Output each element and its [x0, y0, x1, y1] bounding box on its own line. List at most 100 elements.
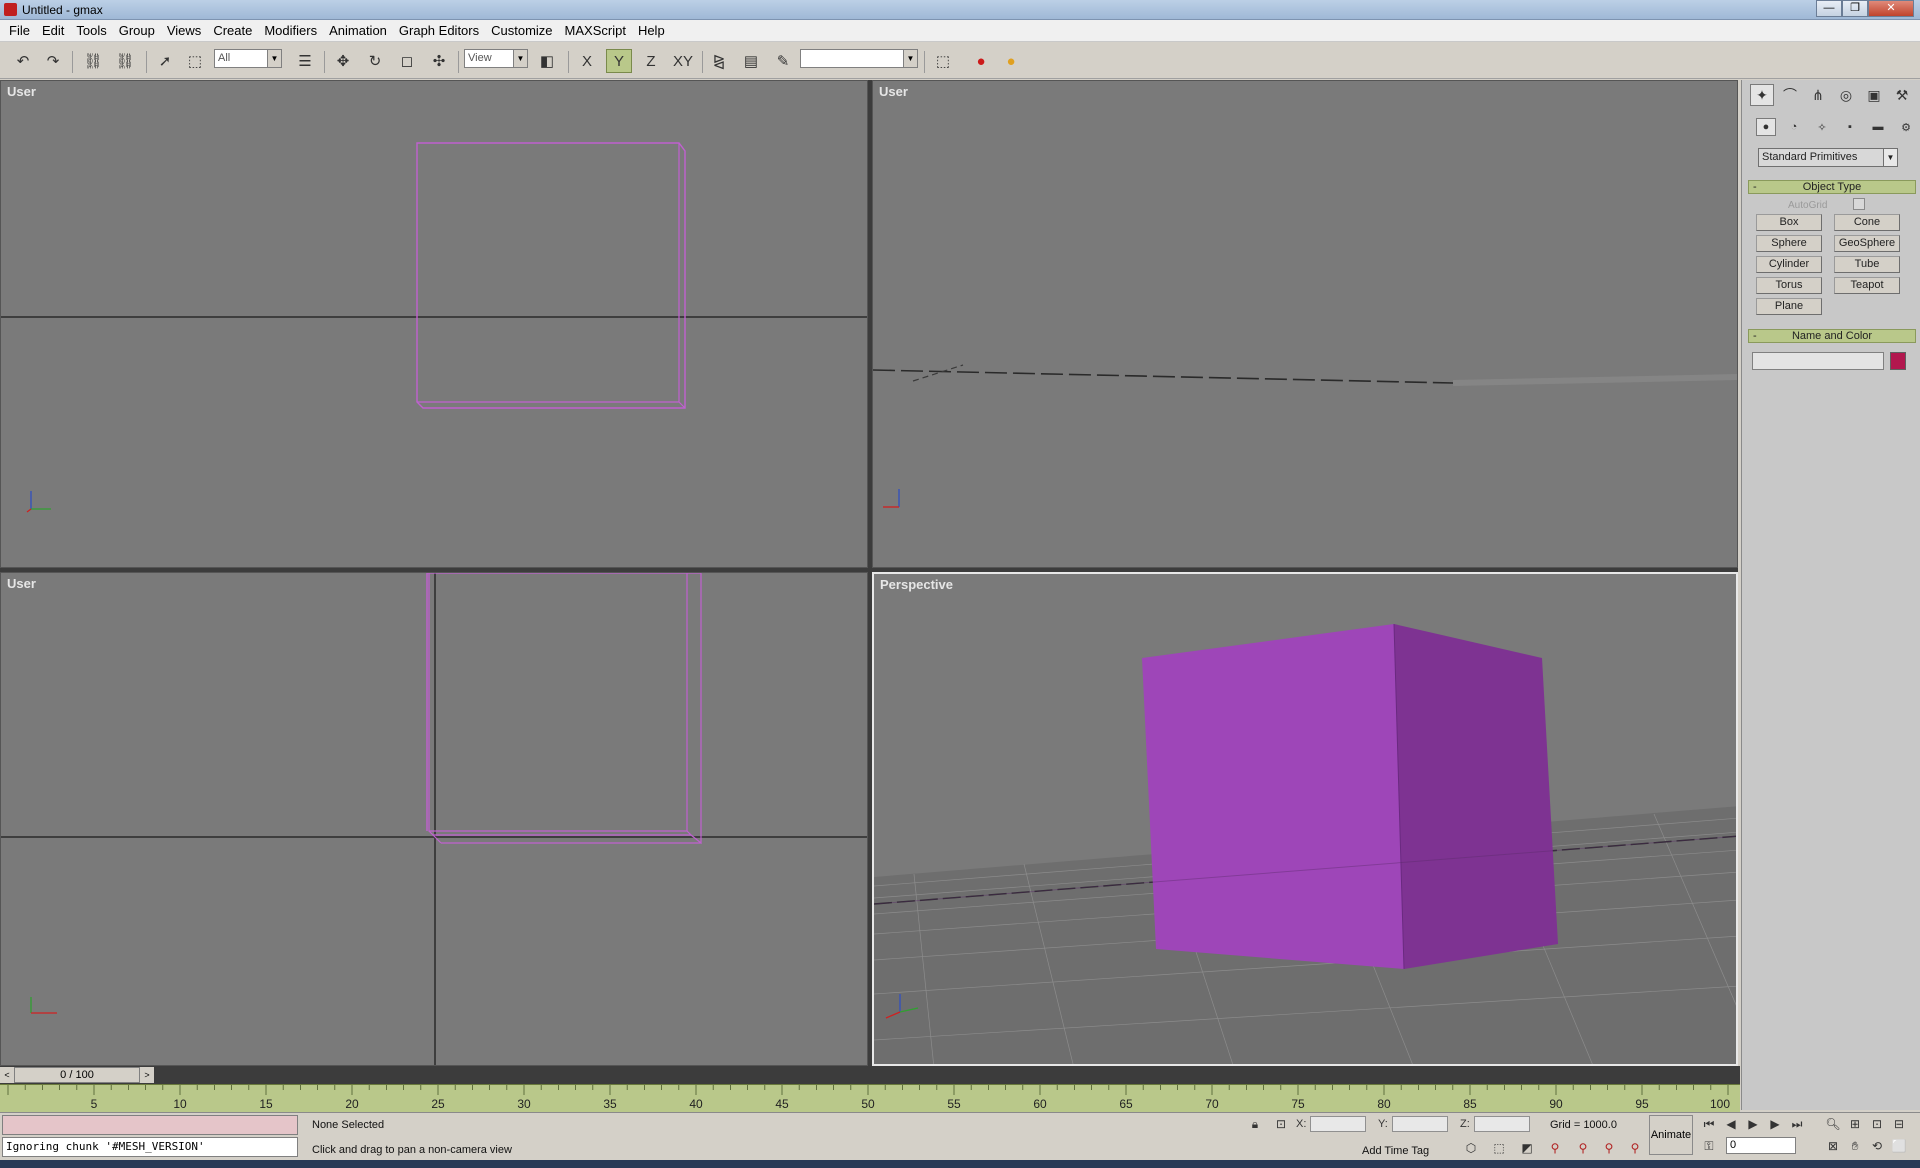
next-frame-icon[interactable]: ▶	[1766, 1115, 1784, 1133]
key-mode-icon[interactable]: ⚿	[1700, 1137, 1718, 1155]
viewport-label[interactable]: User	[879, 84, 908, 99]
name-and-color-rollout-header[interactable]: - Name and Color	[1748, 329, 1916, 343]
sphere-button[interactable]: Sphere	[1756, 235, 1822, 252]
menu-animation[interactable]: Animation	[323, 20, 393, 42]
motion-tab-icon[interactable]: ◎	[1834, 84, 1858, 106]
go-to-start-icon[interactable]: ⏮	[1700, 1115, 1718, 1133]
cameras-icon[interactable]: ▪	[1840, 118, 1860, 136]
arc-rotate-icon[interactable]: ⟲	[1868, 1137, 1886, 1155]
hierarchy-tab-icon[interactable]: ⋔	[1806, 84, 1830, 106]
select-by-name-icon[interactable]: ☰	[292, 49, 318, 73]
align-icon[interactable]: ▤	[738, 49, 764, 73]
shapes-icon[interactable]: ◔	[1784, 118, 1804, 136]
edit-named-selection-icon[interactable]: ⚲	[1626, 1139, 1644, 1157]
cylinder-button[interactable]: Cylinder	[1756, 256, 1822, 273]
select-and-link-icon[interactable]: ⛓	[80, 49, 106, 73]
selection-filter-dropdown[interactable]: All ▼	[214, 49, 282, 68]
selection-lock-icon[interactable]: 🔒︎	[1246, 1115, 1264, 1133]
named-selection-dropdown[interactable]: ▼	[800, 49, 918, 68]
maximize-viewport-icon[interactable]: ⬜	[1890, 1137, 1908, 1155]
cone-button[interactable]: Cone	[1834, 214, 1900, 231]
window-crossing-icon[interactable]: ⬚	[1490, 1139, 1508, 1157]
menu-group[interactable]: Group	[113, 20, 161, 42]
maxscript-listener-input[interactable]	[2, 1115, 298, 1135]
maxscript-listener-output[interactable]: Ignoring chunk '#MESH_VERSION'	[2, 1137, 298, 1157]
menu-customize[interactable]: Customize	[485, 20, 558, 42]
add-time-tag-button[interactable]: Add Time Tag	[1362, 1145, 1429, 1157]
restrict-x-button[interactable]: X	[574, 49, 600, 73]
menu-create[interactable]: Create	[207, 20, 258, 42]
zoom-all-icon[interactable]: ⊞	[1846, 1115, 1864, 1133]
object-type-rollout-header[interactable]: - Object Type	[1748, 180, 1916, 194]
autogrid-checkbox[interactable]	[1853, 198, 1865, 210]
select-and-scale-icon[interactable]: ◻	[394, 49, 420, 73]
x-coord-field[interactable]	[1310, 1116, 1366, 1132]
go-to-end-icon[interactable]: ⏭	[1788, 1115, 1806, 1133]
viewport-user-top-right[interactable]: User	[872, 80, 1738, 568]
paint-selection-icon[interactable]: ✎	[770, 49, 796, 73]
select-object-icon[interactable]: ➚	[152, 49, 178, 73]
z-coord-field[interactable]	[1474, 1116, 1530, 1132]
systems-icon[interactable]: ⚙	[1896, 118, 1916, 136]
menu-modifiers[interactable]: Modifiers	[258, 20, 323, 42]
animate-button[interactable]: Animate	[1649, 1115, 1693, 1155]
menu-maxscript[interactable]: MAXScript	[559, 20, 632, 42]
time-slider-thumb[interactable]: 0 / 100	[14, 1067, 140, 1083]
material-editor-icon[interactable]: ●	[968, 49, 994, 73]
play-icon[interactable]: ▶	[1744, 1115, 1762, 1133]
minimize-button[interactable]: —	[1816, 0, 1842, 17]
trackbar[interactable]: 5 10 15 20 25 30 35 40 45 50 55 60 65 70 75 80 85 90 95 100	[0, 1084, 1740, 1112]
snaps-toggle-icon[interactable]: ◩	[1518, 1139, 1536, 1157]
menu-edit[interactable]: Edit	[36, 20, 70, 42]
spinner-snap-icon[interactable]: ⚲	[1600, 1139, 1618, 1157]
torus-button[interactable]: Torus	[1756, 277, 1822, 294]
menu-graph-editors[interactable]: Graph Editors	[393, 20, 485, 42]
teapot-button[interactable]: Teapot	[1834, 277, 1900, 294]
primitive-category-dropdown[interactable]: Standard Primitives ▼	[1758, 148, 1898, 167]
display-tab-icon[interactable]: ▣	[1862, 84, 1886, 106]
menu-views[interactable]: Views	[161, 20, 207, 42]
absolute-mode-icon[interactable]: ⊡	[1272, 1115, 1290, 1133]
restrict-z-button[interactable]: Z	[638, 49, 664, 73]
create-tab-icon[interactable]: ✦	[1750, 84, 1774, 106]
time-slider[interactable]: < 0 / 100 >	[0, 1066, 1740, 1084]
use-pivot-center-icon[interactable]: ◧	[534, 49, 560, 73]
pan-icon[interactable]: ✋︎	[1846, 1137, 1864, 1155]
restrict-y-button[interactable]: Y	[606, 49, 632, 73]
mirror-icon[interactable]: ⧎	[706, 49, 732, 73]
unlink-selection-icon[interactable]: ⛓	[112, 49, 138, 73]
modify-tab-icon[interactable]: ⌒	[1778, 84, 1802, 106]
next-frame-arrow-icon[interactable]: >	[140, 1067, 154, 1083]
rectangular-selection-icon[interactable]: ⬚	[182, 49, 208, 73]
object-color-swatch[interactable]	[1890, 352, 1906, 370]
geometry-icon[interactable]: ●	[1756, 118, 1776, 136]
close-button[interactable]: ✕	[1868, 0, 1914, 17]
viewport-perspective[interactable]: Perspective	[872, 572, 1738, 1066]
select-region-icon[interactable]: ⬚	[930, 49, 956, 73]
previous-frame-icon[interactable]: ◀	[1722, 1115, 1740, 1133]
viewport-label[interactable]: User	[7, 576, 36, 591]
zoom-icon[interactable]: 🔍︎	[1824, 1115, 1842, 1133]
lights-icon[interactable]: ✧	[1812, 118, 1832, 136]
menu-tools[interactable]: Tools	[70, 20, 112, 42]
box-button[interactable]: Box	[1756, 214, 1822, 231]
plane-button[interactable]: Plane	[1756, 298, 1822, 315]
viewport-label[interactable]: User	[7, 84, 36, 99]
y-coord-field[interactable]	[1392, 1116, 1448, 1132]
restrict-xy-button[interactable]: XY	[670, 49, 696, 73]
field-of-view-icon[interactable]: ⊠	[1824, 1137, 1842, 1155]
select-manipulate-icon[interactable]: ✣	[426, 49, 452, 73]
reference-coord-dropdown[interactable]: View ▼	[464, 49, 528, 68]
object-name-field[interactable]	[1752, 352, 1884, 370]
zoom-extents-icon[interactable]: ⊡	[1868, 1115, 1886, 1133]
previous-frame-arrow-icon[interactable]: <	[0, 1067, 14, 1083]
utilities-tab-icon[interactable]: ⚒	[1890, 84, 1914, 106]
geosphere-button[interactable]: GeoSphere	[1834, 235, 1900, 252]
menu-help[interactable]: Help	[632, 20, 671, 42]
current-frame-field[interactable]: 0	[1726, 1137, 1796, 1154]
undo-icon[interactable]: ↶	[10, 49, 36, 73]
angle-snap-icon[interactable]: ⚲	[1546, 1139, 1564, 1157]
percent-snap-icon[interactable]: ⚲	[1574, 1139, 1592, 1157]
tube-button[interactable]: Tube	[1834, 256, 1900, 273]
viewport-label[interactable]: Perspective	[880, 577, 953, 592]
